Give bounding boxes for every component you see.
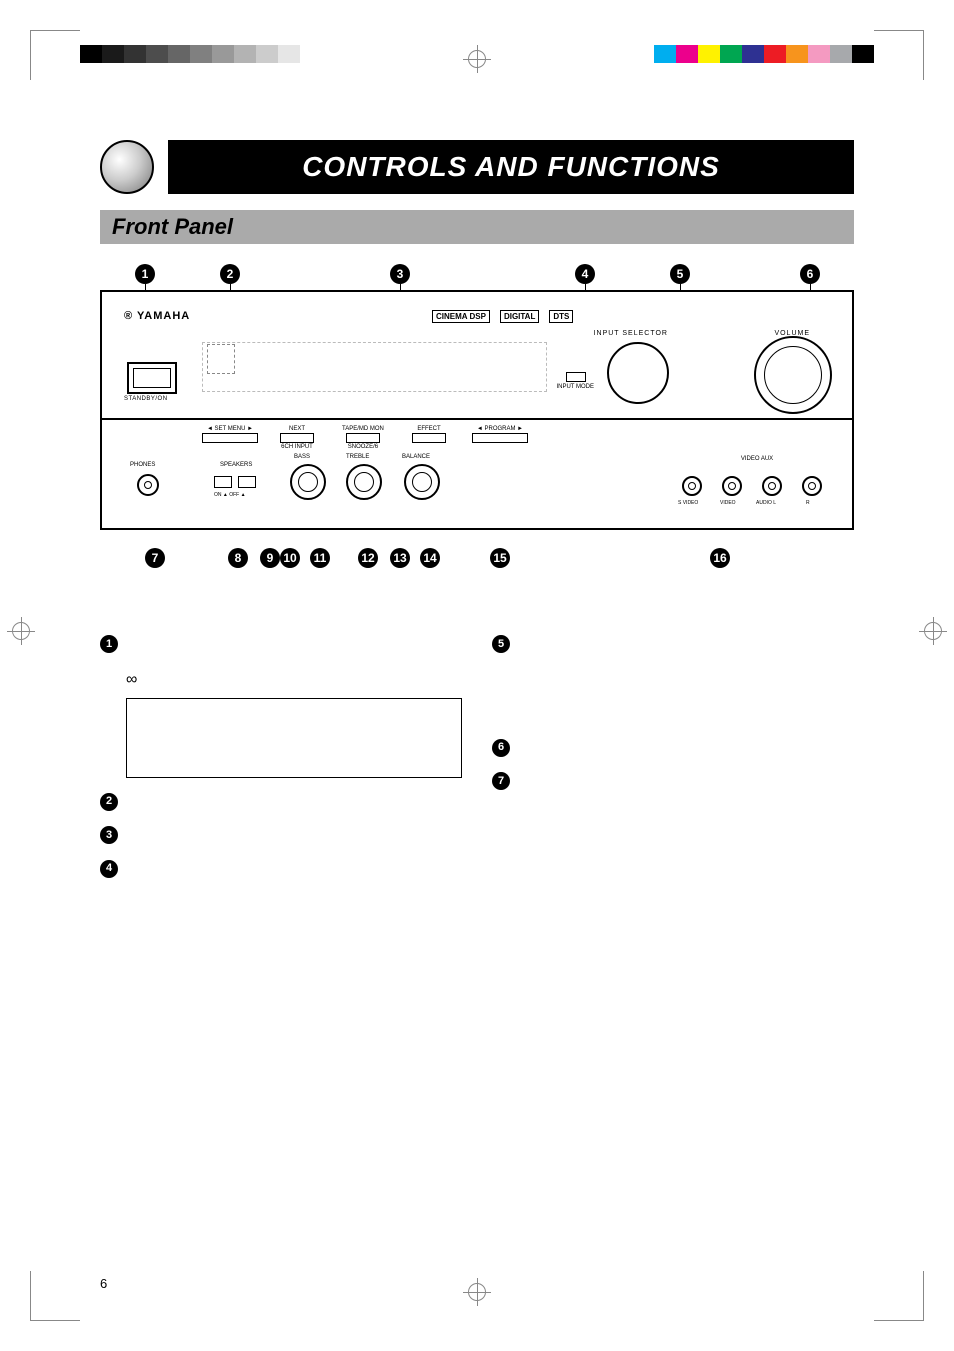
section-heading: Front Panel <box>100 210 854 244</box>
svideo-jack[interactable] <box>682 476 702 496</box>
crop-mark <box>30 30 80 80</box>
bass-label: BASS <box>294 454 310 460</box>
description-item: 5 INPUT SELECTOR <box>492 634 854 654</box>
jack-label: AUDIO L <box>756 500 776 506</box>
phones-jack[interactable] <box>137 474 159 496</box>
crop-mark <box>874 1271 924 1321</box>
input-mode-button[interactable] <box>566 372 586 382</box>
video-aux-group: VIDEO AUX S VIDEO VIDEO AUDIO L R <box>682 466 832 506</box>
registration-mark-icon <box>924 622 942 640</box>
standby-label: STANDBY/ON <box>124 396 168 402</box>
input-mode-label: INPUT MODE <box>556 384 594 390</box>
function-button[interactable]: TAPE/MD MONSNOOZE/6 <box>342 426 384 450</box>
callout-number-icon: 15 <box>490 548 510 568</box>
callout-number-icon: 12 <box>358 548 378 568</box>
callout-number-icon: 2 <box>100 793 118 811</box>
callout-number-icon: 7 <box>145 548 165 568</box>
description-column-left: 1 STANDBY/ON ∞ 2 Remote control sensor 3… <box>100 634 462 892</box>
callout-number-icon: 1 <box>135 264 155 284</box>
crop-mark <box>30 1271 80 1321</box>
description-item: 6 VOLUME <box>492 738 854 758</box>
function-button[interactable]: EFFECT <box>412 426 446 443</box>
callout-number-icon: 16 <box>710 548 730 568</box>
speakers-a-switch[interactable] <box>214 476 232 488</box>
function-button[interactable]: NEXT6CH INPUT <box>280 426 314 450</box>
audio-l-jack[interactable] <box>762 476 782 496</box>
knob-icon <box>100 140 154 194</box>
function-buttons-row: ◄ SET MENU ► NEXT6CH INPUT TAPE/MD MONSNOO… <box>202 426 552 448</box>
callout-number-icon: 3 <box>100 826 118 844</box>
speakers-onoff-label: ON ▲ OFF ▲ <box>214 492 246 498</box>
jack-label: VIDEO <box>720 500 736 506</box>
infinity-icon: ∞ <box>126 671 137 688</box>
video-aux-label: VIDEO AUX <box>682 456 832 462</box>
treble-label: TREBLE <box>346 454 369 460</box>
description-item: 7 PHONES jack <box>492 771 854 791</box>
page-number: 6 <box>100 1276 107 1291</box>
callout-number-icon: 6 <box>492 739 510 757</box>
audio-r-jack[interactable] <box>802 476 822 496</box>
page-title: CONTROLS AND FUNCTIONS <box>168 140 854 194</box>
description-term: INPUT MODE <box>126 861 208 876</box>
callout-number-icon: 8 <box>228 548 248 568</box>
format-badges: CINEMA DSP DIGITAL DTS <box>432 310 573 323</box>
callout-number-icon: 11 <box>310 548 330 568</box>
description-term: STANDBY/ON <box>126 636 211 651</box>
callout-number-icon: 10 <box>280 548 300 568</box>
callout-number-icon: 6 <box>800 264 820 284</box>
registration-mark-icon <box>468 1283 486 1301</box>
front-panel-diagram: 123456 ® YAMAHA CINEMA DSP DIGITAL DTS S… <box>100 264 854 574</box>
callout-number-icon: 5 <box>670 264 690 284</box>
description-column-right: 5 INPUT SELECTOR 6 VOLUME 7 PHONES jack <box>492 634 854 892</box>
jack-label: R <box>806 500 810 506</box>
callout-number-icon: 9 <box>260 548 280 568</box>
note-box <box>126 698 462 778</box>
description-term: Remote control sensor <box>126 794 268 809</box>
bass-knob[interactable] <box>290 464 326 500</box>
description-item: 2 Remote control sensor <box>100 792 462 812</box>
video-jack[interactable] <box>722 476 742 496</box>
device-outline: ® YAMAHA CINEMA DSP DIGITAL DTS STANDBY/… <box>100 290 854 530</box>
color-swatch-bar <box>654 45 874 63</box>
description-item: 3 Display panel <box>100 825 462 845</box>
description-term: Display panel <box>126 827 210 842</box>
volume-knob[interactable] <box>754 336 832 414</box>
jack-label: S VIDEO <box>678 500 698 506</box>
brand-logo: ® YAMAHA <box>124 310 190 322</box>
input-selector-knob[interactable] <box>607 342 669 404</box>
balance-label: BALANCE <box>402 454 430 460</box>
speakers-label: SPEAKERS <box>220 462 252 468</box>
standby-on-button[interactable] <box>127 362 177 394</box>
description-term: PHONES jack <box>518 773 602 788</box>
phones-label: PHONES <box>130 462 155 468</box>
grayscale-swatch-bar <box>80 45 300 63</box>
registration-mark-icon <box>468 50 486 68</box>
treble-knob[interactable] <box>346 464 382 500</box>
callout-number-icon: 5 <box>492 635 510 653</box>
description-item: 1 STANDBY/ON <box>100 634 462 654</box>
callout-number-icon: 3 <box>390 264 410 284</box>
function-button[interactable]: ◄ SET MENU ► <box>202 426 258 443</box>
input-selector-label: INPUT SELECTOR <box>594 330 668 337</box>
description-term: INPUT SELECTOR <box>518 636 631 651</box>
callout-number-icon: 13 <box>390 548 410 568</box>
balance-knob[interactable] <box>404 464 440 500</box>
description-term: VOLUME <box>518 740 574 755</box>
display-panel <box>202 342 547 392</box>
registration-mark-icon <box>12 622 30 640</box>
callout-number-icon: 1 <box>100 635 118 653</box>
callout-number-icon: 7 <box>492 772 510 790</box>
description-item: 4 INPUT MODE <box>100 859 462 879</box>
callout-number-icon: 14 <box>420 548 440 568</box>
crop-mark <box>874 30 924 80</box>
callout-number-icon: 2 <box>220 264 240 284</box>
callout-number-icon: 4 <box>100 860 118 878</box>
speakers-b-switch[interactable] <box>238 476 256 488</box>
function-button[interactable]: ◄ PROGRAM ► <box>472 426 528 443</box>
callout-number-icon: 4 <box>575 264 595 284</box>
